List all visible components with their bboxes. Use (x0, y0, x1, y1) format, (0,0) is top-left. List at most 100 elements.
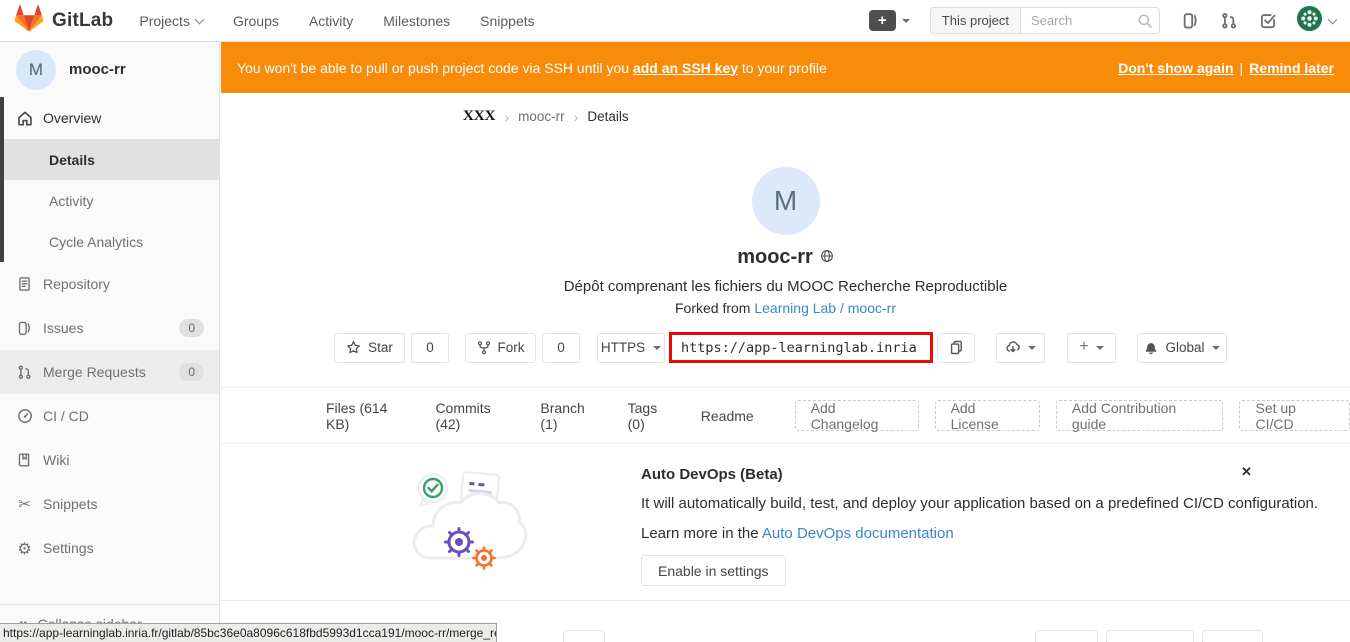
setup-ci-cd-button[interactable]: Set up CI/CD (1239, 400, 1350, 431)
fork-button[interactable]: Fork (465, 333, 536, 363)
sidebar-item-wiki[interactable]: Wiki (0, 438, 219, 482)
devops-illustration (409, 458, 529, 600)
branch-link[interactable]: Branch (1) (540, 400, 602, 432)
files-link[interactable]: Files (614 KB) (326, 400, 410, 432)
star-count[interactable]: 0 (411, 333, 449, 363)
chevron-down-icon (653, 346, 661, 350)
project-actions-row: Star 0 Fork 0 HTTPS (221, 332, 1350, 363)
breadcrumb-current: Details (587, 109, 628, 124)
search-control: This project (930, 7, 1160, 34)
chevron-down-icon (1028, 346, 1036, 350)
banner-divider: | (1240, 60, 1244, 76)
merge-request-icon (16, 364, 33, 380)
readme-link[interactable]: Readme (701, 408, 754, 424)
project-header: M mooc-rr Dépôt comprenant les fichiers … (221, 137, 1350, 316)
browser-status-bar: https://app-learninglab.inria.fr/gitlab/… (0, 623, 497, 642)
primary-nav: Projects Groups Activity Milestones Snip… (139, 13, 534, 29)
nav-groups[interactable]: Groups (233, 13, 279, 29)
main-content: You won't be able to pull or push projec… (221, 42, 1350, 642)
sidebar-section-overview: Overview Details Activity Cycle Analytic… (0, 97, 219, 262)
merge-requests-count-badge: 0 (179, 363, 204, 381)
dont-show-again-link[interactable]: Don't show again (1118, 60, 1233, 76)
add-license-button[interactable]: Add License (935, 400, 1040, 431)
brand-name: GitLab (52, 10, 113, 32)
gitlab-project-page: GitLab Projects Groups Activity Mileston… (0, 0, 1350, 642)
download-dropdown[interactable] (996, 333, 1045, 363)
search-field-wrap (1021, 8, 1159, 33)
sidebar-item-settings[interactable]: ⚙ Settings (0, 526, 219, 570)
nav-snippets[interactable]: Snippets (480, 13, 534, 29)
partial-button[interactable] (563, 630, 605, 642)
create-new-dropdown[interactable]: + (1067, 333, 1116, 363)
remind-later-link[interactable]: Remind later (1249, 60, 1334, 76)
sidebar-item-ci-cd[interactable]: CI / CD (0, 394, 219, 438)
ssh-warning-banner: You won't be able to pull or push projec… (221, 42, 1350, 93)
issues-count-badge: 0 (179, 319, 204, 337)
add-ssh-key-link[interactable]: add an SSH key (633, 60, 738, 76)
auto-devops-body: It will automatically build, test, and d… (641, 495, 1318, 512)
project-description: Dépôt comprenant les fichiers du MOOC Re… (221, 278, 1350, 295)
enable-in-settings-button[interactable]: Enable in settings (641, 555, 786, 586)
scissors-icon: ✂ (16, 496, 33, 512)
project-title: mooc-rr (737, 246, 813, 269)
sidebar-item-merge-requests[interactable]: Merge Requests 0 (0, 350, 219, 394)
add-contribution-guide-button[interactable]: Add Contribution guide (1056, 400, 1224, 431)
project-sidebar: M mooc-rr Overview Details Activity Cycl… (0, 42, 220, 642)
tags-link[interactable]: Tags (0) (628, 400, 676, 432)
issues-dashboard-icon[interactable] (1181, 12, 1199, 29)
search-scope-label: This project (931, 8, 1021, 33)
breadcrumb: XXX › mooc-rr › Details (221, 93, 1350, 137)
commits-link[interactable]: Commits (42) (435, 400, 515, 432)
issues-icon (16, 320, 33, 336)
clone-url-input[interactable] (672, 335, 930, 360)
sidebar-item-repository[interactable]: Repository (0, 262, 219, 306)
notification-dropdown[interactable]: Global (1137, 333, 1227, 363)
topbar-right-cluster: + This project (869, 5, 1350, 37)
close-icon[interactable]: ✕ (1241, 464, 1252, 480)
sidebar-item-snippets[interactable]: ✂ Snippets (0, 482, 219, 526)
nav-milestones[interactable]: Milestones (383, 13, 450, 29)
copy-url-button[interactable] (937, 333, 975, 363)
nav-activity[interactable]: Activity (309, 13, 353, 29)
sidebar-item-issues[interactable]: Issues 0 (0, 306, 219, 350)
sidebar-project-avatar: M (16, 50, 56, 90)
user-menu[interactable] (1296, 5, 1336, 37)
gauge-icon (16, 408, 33, 424)
project-stats-row: Files (614 KB) Commits (42) Branch (1) T… (221, 387, 1350, 444)
fork-source-link[interactable]: Learning Lab / mooc-rr (754, 300, 896, 316)
chevron-down-icon (1212, 346, 1220, 350)
sidebar-project-header[interactable]: M mooc-rr (0, 42, 219, 97)
auto-devops-title: Auto DevOps (Beta) (641, 466, 1318, 483)
sidebar-item-activity[interactable]: Activity (4, 180, 219, 221)
fork-count[interactable]: 0 (542, 333, 580, 363)
todos-icon[interactable] (1259, 12, 1277, 29)
chevron-down-icon (195, 14, 205, 24)
top-navigation-bar: GitLab Projects Groups Activity Mileston… (0, 0, 1350, 42)
ssh-warning-text: You won't be able to pull or push projec… (237, 60, 1118, 76)
star-button[interactable]: Star (334, 333, 405, 363)
public-globe-icon (820, 246, 834, 269)
search-icon (1137, 13, 1153, 34)
user-menu-caret-icon (1328, 14, 1338, 24)
nav-projects[interactable]: Projects (139, 13, 203, 29)
home-icon (16, 110, 33, 126)
sidebar-item-cycle-analytics[interactable]: Cycle Analytics (4, 221, 219, 262)
book-icon (16, 452, 33, 468)
add-changelog-button[interactable]: Add Changelog (795, 400, 919, 431)
auto-devops-callout: Auto DevOps (Beta) It will automatically… (221, 444, 1350, 601)
partial-button[interactable] (1035, 630, 1098, 642)
new-menu-caret-icon[interactable] (902, 19, 910, 23)
partial-button[interactable] (1106, 630, 1194, 642)
sidebar-item-details[interactable]: Details (4, 139, 219, 180)
partial-button[interactable] (1202, 630, 1263, 642)
chevron-down-icon (1096, 346, 1104, 350)
auto-devops-doc-link[interactable]: Auto DevOps documentation (762, 525, 954, 542)
clone-protocol-dropdown[interactable]: HTTPS (597, 333, 665, 363)
breadcrumb-separator: › (505, 109, 510, 125)
gitlab-logo[interactable]: GitLab (14, 4, 113, 38)
sidebar-item-overview[interactable]: Overview (4, 97, 219, 139)
merge-requests-dashboard-icon[interactable] (1220, 12, 1238, 29)
breadcrumb-project[interactable]: mooc-rr (518, 109, 565, 124)
new-menu-button[interactable]: + (869, 10, 896, 31)
breadcrumb-user[interactable]: XXX (463, 108, 496, 125)
